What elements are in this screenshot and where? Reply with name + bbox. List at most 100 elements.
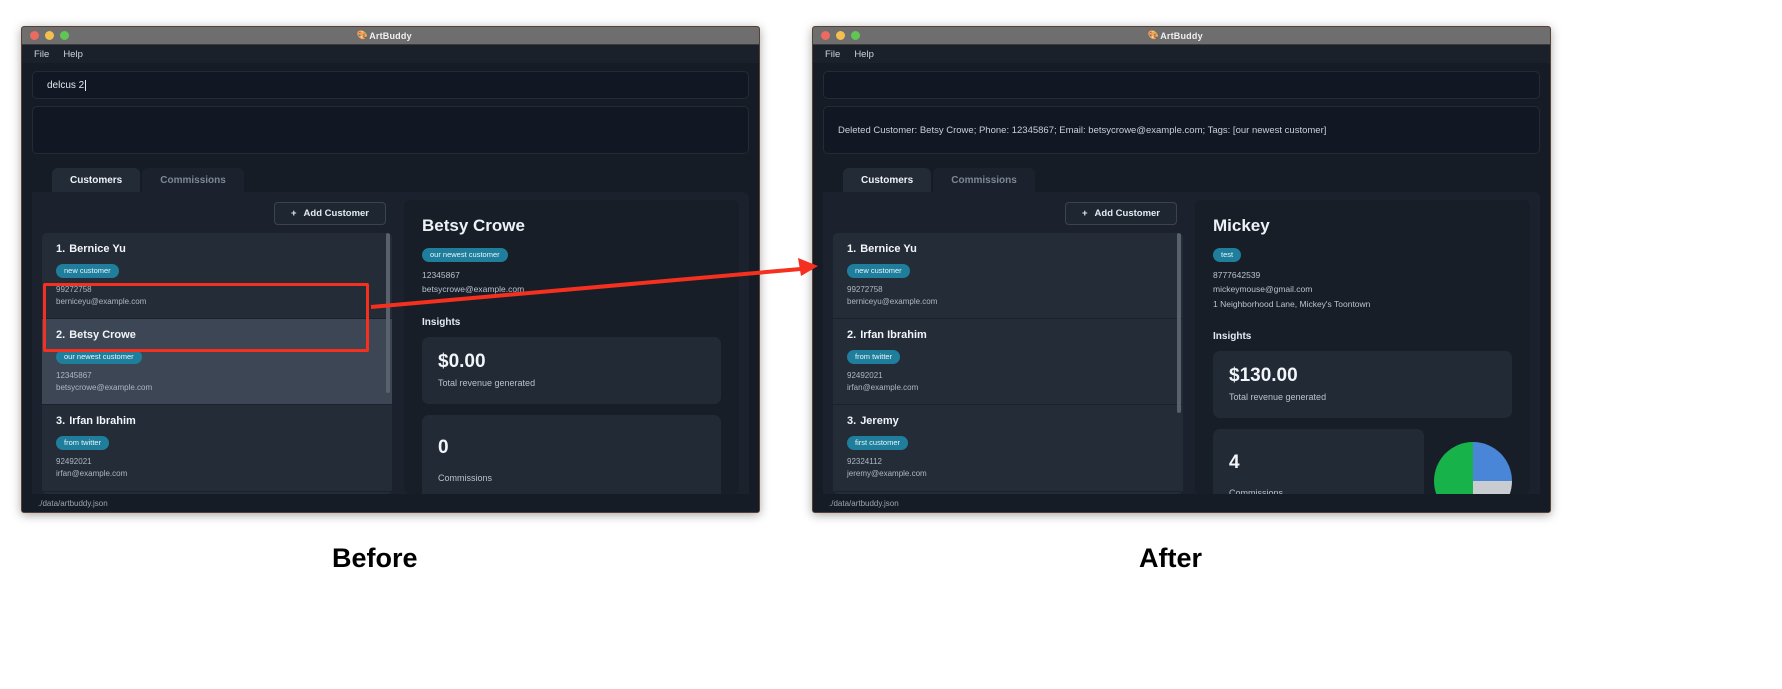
- detail-address: 1 Neighborhood Lane, Mickey's Toontown: [1213, 298, 1371, 309]
- after-list-scrollbar[interactable]: [1177, 233, 1181, 494]
- before-app-body: delcus 2 Customers Commissions + Add Cus…: [22, 63, 759, 504]
- list-item[interactable]: 2. Irfan Ibrahim from twitter 92492021 ir…: [833, 319, 1183, 406]
- after-customer-list[interactable]: 1. Bernice Yu new customer 99272758 berni…: [833, 233, 1183, 494]
- before-add-row: + Add Customer: [42, 200, 392, 233]
- menu-help[interactable]: Help: [854, 49, 874, 60]
- text-caret: [85, 79, 87, 91]
- customer-phone: 99272758: [56, 285, 92, 294]
- before-command-value: delcus 2: [47, 79, 85, 91]
- menu-help[interactable]: Help: [63, 49, 83, 60]
- revenue-insight-card: $0.00 Total revenue generated: [422, 336, 721, 404]
- caption-after: After: [1139, 543, 1203, 573]
- before-customer-list[interactable]: 1. Bernice Yu new customer 99272758 berni…: [42, 233, 392, 494]
- traffic-lights[interactable]: [30, 31, 69, 40]
- customer-index: 2.: [56, 329, 66, 342]
- customer-phone: 99272758: [847, 285, 883, 294]
- detail-phone: 8777642539: [1213, 270, 1261, 280]
- customer-name-text: Jeremy: [860, 415, 899, 428]
- before-customer-pane: + Add Customer 1. Bernice Yu new customer…: [42, 200, 392, 494]
- commissions-insight-row: 0 Commissions: [422, 414, 721, 494]
- after-tabs[interactable]: Customers Commissions: [823, 168, 1540, 192]
- detail-email: betsycrowe@example.com: [422, 284, 525, 295]
- commissions-pie-chart: [1434, 442, 1512, 494]
- revenue-label: Total revenue generated: [438, 377, 536, 388]
- maximize-button[interactable]: [60, 31, 69, 40]
- before-tabs[interactable]: Customers Commissions: [32, 168, 749, 192]
- customer-email: jeremy@example.com: [847, 468, 927, 478]
- menu-file[interactable]: File: [825, 49, 840, 60]
- detail-phone: 12345867: [422, 270, 460, 280]
- customer-index: 1.: [56, 243, 66, 255]
- menu-file[interactable]: File: [34, 49, 49, 60]
- after-titlebar[interactable]: 🎨 ArtBuddy: [813, 27, 1550, 45]
- list-item[interactable]: 3. Irfan Ibrahim from twitter 92492021 ir…: [42, 405, 392, 492]
- status-file-path: ./data/artbuddy.json: [829, 498, 899, 508]
- customer-index: 1.: [847, 243, 857, 255]
- minimize-button[interactable]: [45, 31, 54, 40]
- customer-phone: 92492021: [847, 371, 883, 381]
- customer-phone: 92492021: [56, 457, 92, 467]
- customer-name: 3. Irfan Ibrahim: [56, 415, 378, 427]
- customer-tag-badge: new customer: [847, 263, 910, 278]
- minimize-button[interactable]: [836, 31, 845, 40]
- close-button[interactable]: [821, 31, 830, 40]
- caption-before: Before: [332, 543, 418, 573]
- maximize-button[interactable]: [851, 31, 860, 40]
- insights-heading: Insights: [1213, 331, 1252, 343]
- after-statusbar: ./data/artbuddy.json: [813, 494, 1550, 512]
- customer-name-text: Bernice Yu: [69, 243, 126, 255]
- customer-index: 3.: [847, 415, 857, 428]
- customer-name: 2. Irfan Ibrahim: [847, 329, 1169, 341]
- before-window-title: ArtBuddy: [369, 30, 412, 41]
- plus-icon: +: [1081, 208, 1088, 219]
- before-command-input[interactable]: delcus 2: [32, 71, 749, 99]
- revenue-insight-card: $130.00 Total revenue generated: [1213, 351, 1512, 419]
- commissions-insight-card: 4 Commissions: [1213, 429, 1424, 494]
- add-customer-button[interactable]: + Add Customer: [1064, 202, 1177, 225]
- traffic-lights[interactable]: [821, 31, 860, 40]
- after-window-title: ArtBuddy: [1160, 30, 1203, 41]
- status-file-path: ./data/artbuddy.json: [38, 498, 108, 508]
- close-button[interactable]: [30, 31, 39, 40]
- tab-commissions[interactable]: Commissions: [933, 168, 1035, 192]
- customer-name: 2. Betsy Crowe: [56, 329, 378, 341]
- tab-commissions[interactable]: Commissions: [142, 168, 244, 192]
- detail-tag-badge: test: [1213, 247, 1242, 262]
- list-item[interactable]: 3. Jeremy first customer 92324112 jeremy@…: [833, 405, 1183, 492]
- customer-email: berniceyu@example.com: [847, 296, 938, 306]
- detail-tag-badge: our newest customer: [422, 247, 508, 262]
- comparison-figure: 🎨 ArtBuddy File Help delcus 2 Customers …: [0, 0, 1782, 689]
- customer-name-text: Irfan Ibrahim: [69, 415, 136, 428]
- list-item[interactable]: 2. Betsy Crowe our newest customer 123458…: [42, 319, 392, 406]
- add-customer-label: Add Customer: [303, 208, 369, 219]
- before-window: 🎨 ArtBuddy File Help delcus 2 Customers …: [21, 26, 760, 513]
- after-menubar[interactable]: File Help: [813, 45, 1550, 63]
- customer-phone: 12345867: [56, 371, 92, 381]
- before-list-scrollbar[interactable]: [386, 233, 390, 494]
- before-titlebar[interactable]: 🎨 ArtBuddy: [22, 27, 759, 45]
- tab-customers[interactable]: Customers: [843, 168, 932, 192]
- after-command-input[interactable]: [823, 71, 1540, 99]
- customer-tag-badge: from twitter: [847, 349, 901, 365]
- scroll-thumb[interactable]: [386, 233, 390, 393]
- before-output-area: [32, 106, 749, 154]
- revenue-label: Total revenue generated: [1229, 392, 1327, 403]
- before-menubar[interactable]: File Help: [22, 45, 759, 63]
- commissions-value: 4: [1229, 451, 1240, 473]
- before-panes: + Add Customer 1. Bernice Yu new customer…: [32, 192, 749, 504]
- scroll-thumb[interactable]: [1177, 233, 1181, 413]
- add-customer-button[interactable]: + Add Customer: [273, 202, 386, 225]
- customer-email: berniceyu@example.com: [56, 296, 147, 306]
- commissions-label: Commissions: [438, 473, 493, 484]
- customer-email: betsycrowe@example.com: [56, 382, 153, 392]
- palette-icon: 🎨: [356, 30, 368, 40]
- after-output-text: Deleted Customer: Betsy Crowe; Phone: 12…: [838, 124, 1327, 136]
- detail-customer-name: Betsy Crowe: [422, 216, 525, 235]
- after-panes: + Add Customer 1. Bernice Yu new customer…: [823, 192, 1540, 504]
- list-item[interactable]: 1. Bernice Yu new customer 99272758 berni…: [42, 233, 392, 320]
- customer-name-text: Irfan Ibrahim: [860, 329, 927, 342]
- customer-email: irfan@example.com: [847, 382, 919, 392]
- tab-customers[interactable]: Customers: [52, 168, 141, 192]
- list-item[interactable]: 1. Bernice Yu new customer 99272758 berni…: [833, 233, 1183, 320]
- after-window: 🎨 ArtBuddy File Help Deleted Customer: B…: [812, 26, 1551, 513]
